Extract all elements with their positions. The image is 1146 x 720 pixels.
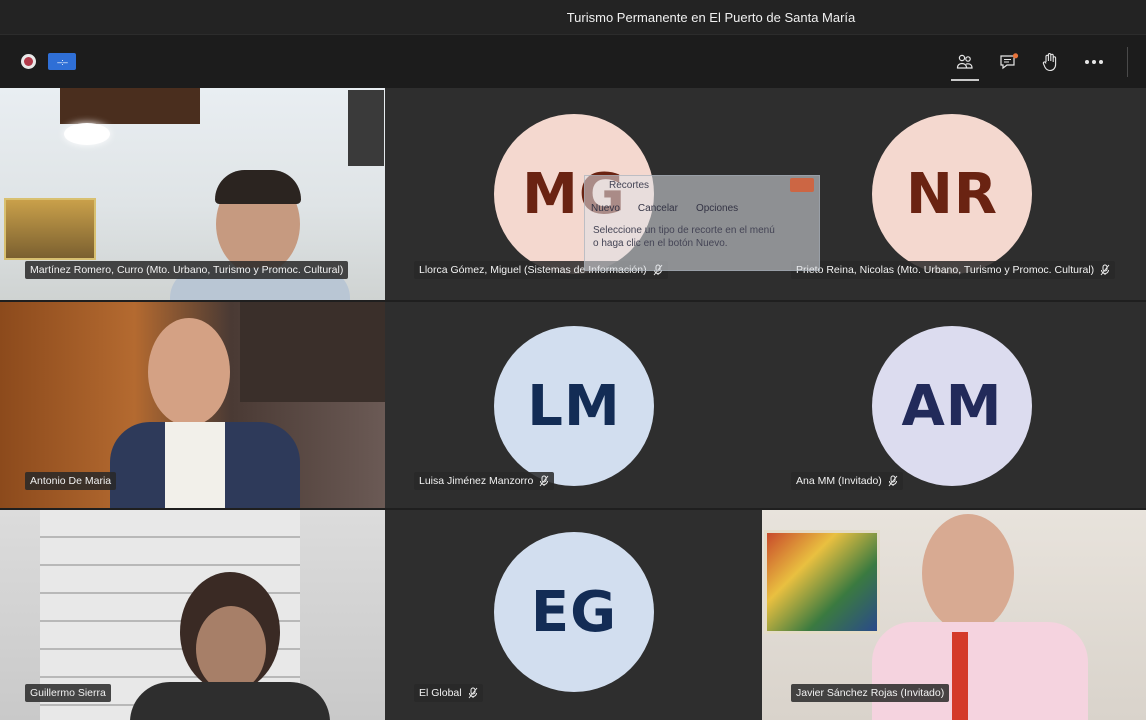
bookshelf xyxy=(240,302,385,402)
participant-name-label: Ana MM (Invitado) xyxy=(791,472,903,490)
participant-tile[interactable]: Javier Sánchez Rojas (Invitado) xyxy=(762,510,1146,720)
chat-button[interactable] xyxy=(994,47,1024,77)
snipping-tool-title: Recortes xyxy=(609,180,650,191)
participant-tile[interactable]: Guillermo Sierra xyxy=(0,510,385,720)
participant-tile[interactable]: Antonio De Maria xyxy=(0,302,385,508)
participant-name-label: Guillermo Sierra xyxy=(25,684,111,702)
recording-indicator-icon xyxy=(21,54,36,69)
participant-shirt xyxy=(130,682,330,720)
snipping-tool-window[interactable]: Recortes Nuevo Cancelar Opciones Selecci… xyxy=(584,175,820,271)
participant-name-label: Javier Sánchez Rojas (Invitado) xyxy=(791,684,950,702)
cancel-snip-button[interactable]: Cancelar xyxy=(638,203,678,214)
wall-frame xyxy=(348,90,384,166)
meeting-toolbar: –:– xyxy=(0,34,1146,88)
participant-name-label: Martínez Romero, Curro (Mto. Urbano, Tur… xyxy=(25,261,349,279)
raise-hand-button[interactable] xyxy=(1035,47,1065,77)
participant-shirt xyxy=(872,622,1088,720)
options-button[interactable]: Opciones xyxy=(696,203,738,214)
network-status-badge[interactable]: –:– xyxy=(48,53,76,70)
participant-tile[interactable]: EG El Global xyxy=(385,510,762,720)
mic-muted-icon xyxy=(1100,264,1110,276)
participant-shirt xyxy=(165,422,225,508)
window-titlebar: Turismo Permanente en El Puerto de Santa… xyxy=(0,0,1146,34)
participant-avatar: EG xyxy=(494,532,654,692)
close-button[interactable] xyxy=(790,178,814,192)
participant-tile[interactable]: AM Ana MM (Invitado) xyxy=(762,302,1146,508)
participant-name-label: El Global xyxy=(414,684,483,702)
chat-icon xyxy=(1000,53,1019,70)
mic-muted-icon xyxy=(540,475,549,487)
participant-name-label: Antonio De Maria xyxy=(25,472,117,490)
raise-hand-icon xyxy=(1042,53,1057,72)
participant-avatar: LM xyxy=(494,326,654,486)
participant-tile[interactable]: Martínez Romero, Curro (Mto. Urbano, Tur… xyxy=(0,88,385,300)
more-icon xyxy=(1085,60,1103,64)
participant-face xyxy=(196,606,266,692)
ceiling-beam xyxy=(60,88,200,124)
toolbar-divider xyxy=(1127,47,1128,77)
participant-avatar: AM xyxy=(872,326,1032,486)
participant-face xyxy=(922,514,1014,632)
ceiling-lamp xyxy=(64,123,110,145)
wall-painting xyxy=(764,530,880,634)
window-title: Turismo Permanente en El Puerto de Santa… xyxy=(566,9,856,25)
mic-muted-icon xyxy=(888,475,898,487)
participants-icon xyxy=(956,54,973,69)
wall-painting xyxy=(4,198,96,260)
mic-muted-icon xyxy=(468,687,477,699)
video-grid: Martínez Romero, Curro (Mto. Urbano, Tur… xyxy=(0,88,1146,720)
participant-tie xyxy=(952,632,968,720)
new-snip-button[interactable]: Nuevo xyxy=(591,203,620,214)
participant-avatar: NR xyxy=(872,114,1032,274)
participants-button[interactable] xyxy=(950,47,980,81)
more-options-button[interactable] xyxy=(1079,47,1109,77)
chat-notification-dot xyxy=(1012,53,1019,59)
participant-name-label: Luisa Jiménez Manzorro xyxy=(414,472,555,490)
snipping-tool-help-text: Seleccione un tipo de recorte en el menú… xyxy=(593,225,775,249)
snipping-tool-toolbar: Nuevo Cancelar Opciones xyxy=(585,196,819,220)
participant-hair xyxy=(215,170,301,204)
participant-face xyxy=(148,318,230,426)
participant-tile[interactable]: LM Luisa Jiménez Manzorro xyxy=(385,302,762,508)
participant-name-label: Prieto Reina, Nicolas (Mto. Urbano, Turi… xyxy=(791,261,1116,279)
